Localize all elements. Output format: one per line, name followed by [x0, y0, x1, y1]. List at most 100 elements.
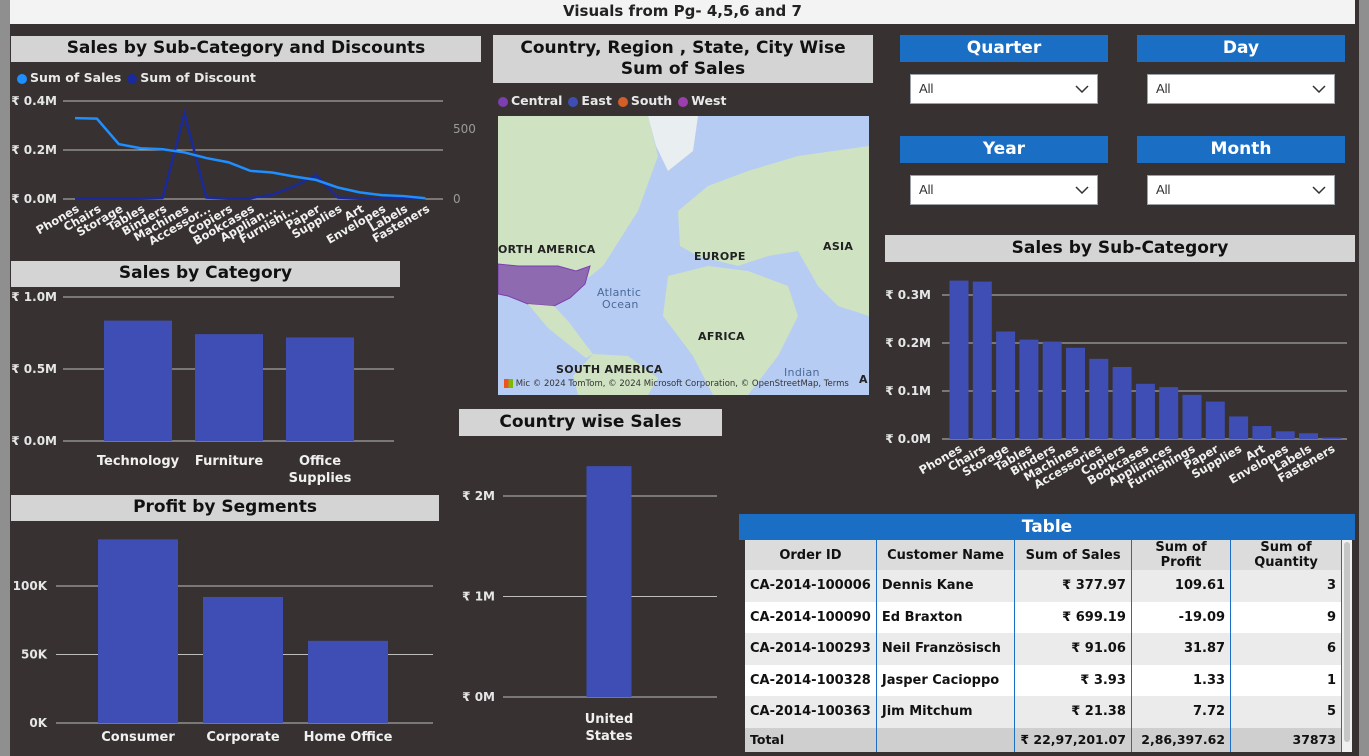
table-row[interactable]: CA-2014-100363 Jim Mitchum ₹ 21.38 7.72 … [745, 696, 1342, 728]
cell-customer-name: Ed Braxton [876, 601, 1016, 633]
cell-sum-quantity: 1 [1230, 664, 1342, 696]
x-category-label: Home Office [304, 730, 393, 745]
bar [1135, 383, 1155, 439]
column-header-customer-name[interactable]: Customer Name [876, 540, 1016, 570]
slicer-dropdown-day[interactable]: All [1147, 74, 1335, 104]
bar [1066, 347, 1085, 439]
cell-sum-quantity: 9 [1230, 601, 1342, 633]
legend-label: East [581, 93, 612, 108]
cell-customer-name: Dennis Kane [876, 570, 1016, 602]
chart-title-subcat-discounts: Sales by Sub-Category and Discounts [11, 36, 481, 62]
bar [1275, 431, 1295, 439]
y-tick-label: 0K [29, 716, 47, 730]
x-category-label: Office [299, 454, 341, 469]
column-header-sum-quantity[interactable]: Sum of Quantity [1230, 540, 1342, 570]
table-scrollbar[interactable] [1342, 540, 1352, 752]
cell-total-profit: 2,86,397.62 [1131, 727, 1232, 752]
cell-order-id: CA-2014-100363 [745, 696, 877, 728]
y-tick-label: ₹ 0.0M [885, 432, 931, 446]
column-header-sum-sales[interactable]: Sum of Sales [1014, 540, 1132, 570]
cell-sum-profit: 31.87 [1131, 633, 1232, 665]
bar-chart-profit-segments[interactable]: 100K 50K 0K Consumer Corporate Home Office [11, 522, 441, 750]
chart-legend-subcat-discounts[interactable]: Sum of Sales Sum of Discount [17, 70, 256, 85]
x-category-label: United [585, 712, 634, 727]
map-legend[interactable]: Central East South West [498, 93, 726, 108]
bar [1205, 401, 1225, 439]
map-attribution[interactable]: Mic © 2024 TomTom, © 2024 Microsoft Corp… [504, 379, 849, 389]
cell-total-quantity: 37873 [1230, 727, 1342, 752]
slicer-header-year: Year [900, 136, 1108, 163]
bar [1322, 437, 1342, 439]
table-row[interactable]: CA-2014-100293 Neil Französisch ₹ 91.06 … [745, 633, 1342, 665]
cell-order-id: CA-2014-100006 [745, 570, 877, 602]
cell-customer-name: Jim Mitchum [876, 696, 1016, 728]
bar [104, 320, 172, 441]
cell-sum-profit: 109.61 [1131, 570, 1232, 602]
slicer-dropdown-year[interactable]: All [910, 175, 1098, 205]
cell-customer-name: Neil Französisch [876, 633, 1016, 665]
legend-dot-icon [17, 73, 27, 84]
bar-chart-sales-category[interactable]: ₹ 1.0M ₹ 0.5M ₹ 0.0M Technology Furniture Off… [11, 288, 411, 490]
y-tick-label: ₹ 0.1M [885, 384, 931, 398]
slicer-value: All [919, 182, 934, 197]
legend-label: Sum of Sales [30, 70, 122, 85]
legend-item-sales[interactable]: Sum of Sales [17, 70, 121, 85]
y-tick-label: ₹ 1M [462, 590, 495, 604]
map-label-edge: A [859, 373, 868, 386]
bar [1159, 387, 1179, 439]
table-title: Table [739, 514, 1355, 540]
legend-label: Central [511, 93, 563, 108]
line-chart-subcat-discounts[interactable]: ₹ 0.4M₹ 0.2M₹ 0.0M5000PhonesChairsStorag… [11, 86, 491, 246]
bar [586, 466, 632, 697]
x-category-label: Furniture [195, 454, 263, 469]
y-tick-label: ₹ 0.0M [11, 434, 57, 448]
bar-chart-country-sales[interactable]: ₹ 2M ₹ 1M ₹ 0M United States [459, 440, 729, 750]
bar [1042, 341, 1062, 439]
legend-item-south[interactable]: South [617, 93, 673, 108]
cell-total-label: Total [745, 727, 877, 752]
legend-item-discount[interactable]: Sum of Discount [127, 70, 256, 85]
table-row[interactable]: CA-2014-100090 Ed Braxton ₹ 699.19 -19.0… [745, 601, 1342, 633]
bar-chart-sales-subcategory[interactable]: ₹ 0.3M₹ 0.2M₹ 0.1M₹ 0.0MPhonesChairsStor… [885, 270, 1355, 500]
cell-order-id: CA-2014-100090 [745, 601, 877, 633]
table-row[interactable]: CA-2014-100328 Jasper Cacioppo ₹ 3.93 1.… [745, 664, 1342, 696]
map-label-europe: EUROPE [694, 250, 746, 263]
table-total-row: Total ₹ 22,97,201.07 2,86,397.62 37873 [745, 727, 1342, 752]
bar [1089, 358, 1109, 439]
x-category-label: Supplies [289, 471, 352, 486]
scrollbar-thumb[interactable] [1344, 542, 1350, 742]
microsoft-logo-icon [504, 379, 513, 388]
map-logo-text: Mic [515, 379, 531, 389]
y-left-tick-label: ₹ 0.4M [11, 94, 57, 108]
slicer-header-quarter: Quarter [900, 35, 1108, 62]
slicer-dropdown-quarter[interactable]: All [910, 74, 1098, 104]
y-tick-label: ₹ 1.0M [11, 290, 57, 304]
cell-sum-sales: ₹ 21.38 [1014, 696, 1132, 728]
column-header-order-id[interactable]: Order ID [745, 540, 877, 570]
bar [195, 334, 263, 441]
column-header-sum-profit[interactable]: Sum of Profit [1131, 540, 1232, 570]
legend-label: Sum of Discount [140, 70, 256, 85]
legend-item-central[interactable]: Central [498, 93, 562, 108]
table-row[interactable]: CA-2014-100006 Dennis Kane ₹ 377.97 109.… [745, 570, 1342, 602]
cell-sum-sales: ₹ 91.06 [1014, 633, 1132, 665]
slicer-dropdown-month[interactable]: All [1147, 175, 1335, 205]
table-header-row: Order ID Customer Name Sum of Sales Sum … [745, 540, 1342, 570]
map-label-indian: Indian [784, 366, 820, 379]
cell-order-id: CA-2014-100293 [745, 633, 877, 665]
bar [1182, 394, 1202, 439]
legend-dot-icon [127, 73, 138, 84]
data-table[interactable]: Order ID Customer Name Sum of Sales Sum … [745, 540, 1352, 752]
y-tick-label: ₹ 0.5M [11, 362, 57, 376]
legend-item-west[interactable]: West [678, 93, 726, 108]
legend-item-east[interactable]: East [568, 93, 612, 108]
world-map[interactable]: ORTH AMERICA EUROPE ASIA Atlantic Ocean … [498, 116, 869, 395]
cell-customer-name: Jasper Cacioppo [876, 664, 1016, 696]
legend-label: South [630, 93, 673, 108]
cell-sum-sales: ₹ 3.93 [1014, 664, 1132, 696]
legend-dot-icon [617, 96, 628, 107]
cell-sum-sales: ₹ 377.97 [1014, 570, 1132, 602]
cell-sum-quantity: 5 [1230, 696, 1342, 728]
x-category-label: States [585, 729, 632, 744]
y-right-tick-label: 500 [453, 122, 476, 136]
